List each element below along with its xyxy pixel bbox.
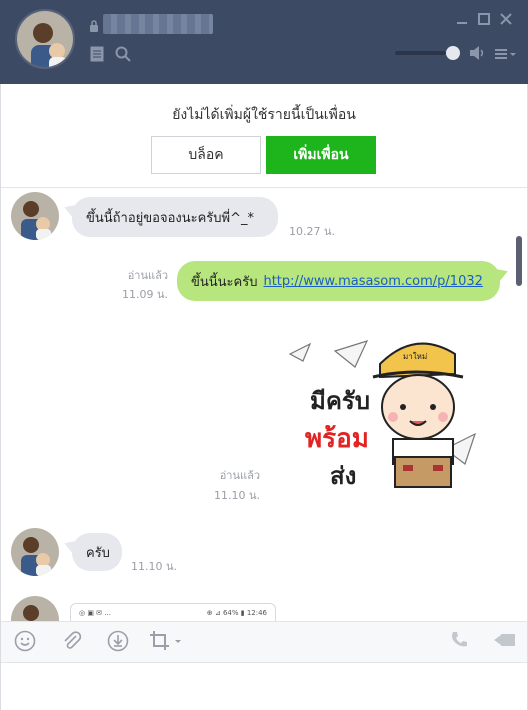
preview-status-left: ◎ ▣ ✉ ... bbox=[79, 609, 111, 617]
message-input[interactable] bbox=[0, 663, 528, 710]
phone-icon[interactable] bbox=[449, 630, 469, 654]
contact-avatar[interactable] bbox=[15, 9, 75, 69]
contact-avatar-small[interactable] bbox=[11, 192, 59, 240]
close-icon[interactable] bbox=[500, 10, 512, 29]
speaker-icon[interactable] bbox=[469, 45, 485, 65]
message-bubble-outgoing[interactable]: ขึ้นนี้นะครับ http://www.masasom.com/p/1… bbox=[177, 261, 500, 301]
message-toolbar bbox=[0, 621, 528, 663]
lock-icon bbox=[89, 17, 99, 36]
contact-avatar-small[interactable] bbox=[11, 528, 59, 576]
left-divider bbox=[0, 84, 1, 710]
chat-scrollbar[interactable] bbox=[516, 236, 522, 286]
crop-icon[interactable] bbox=[149, 630, 183, 656]
download-icon[interactable] bbox=[107, 630, 129, 656]
attachment-icon[interactable] bbox=[61, 630, 83, 656]
add-friend-banner: ยังไม่ได้เพิ่มผู้ใช้รายนี้เป็นเพื่อน บล็… bbox=[0, 84, 528, 188]
notes-icon[interactable] bbox=[90, 46, 104, 66]
message-text: ขึ้นนี้นะครับ bbox=[191, 274, 258, 290]
volume-slider[interactable] bbox=[395, 51, 453, 55]
message-time: 11.10 น. bbox=[131, 560, 178, 573]
not-friend-notice: ยังไม่ได้เพิ่มผู้ใช้รายนี้เป็นเพื่อน bbox=[172, 107, 356, 123]
message-text: ขึ้นนี้ถ้าอยู่ขอจองนะครับพี่^_* bbox=[86, 210, 254, 226]
message-bubble-incoming[interactable]: ขึ้นนี้ถ้าอยู่ขอจองนะครับพี่^_* bbox=[72, 197, 278, 237]
message-time: 11.10 น. bbox=[213, 489, 260, 502]
video-icon[interactable] bbox=[493, 630, 517, 654]
message-bubble-incoming[interactable]: ครับ bbox=[72, 533, 122, 571]
smiley-icon[interactable] bbox=[14, 630, 36, 656]
add-friend-button[interactable]: เพิ่มเพื่อน bbox=[266, 136, 376, 174]
sticker-text-line-3: ส่ง bbox=[330, 462, 356, 490]
message-time: 11.09 น. bbox=[121, 288, 168, 301]
read-receipt: อ่านแล้ว bbox=[127, 269, 168, 282]
minimize-icon[interactable] bbox=[456, 10, 468, 29]
sticker-hat-text: มาใหม่ bbox=[403, 352, 427, 361]
preview-status-right: ⊕ ⊿ 64% ▮ 12:46 bbox=[206, 609, 267, 617]
sticker-text-line-2: พร้อม bbox=[305, 424, 369, 454]
sticker-text-line-1: มีครับ bbox=[310, 387, 370, 415]
search-icon[interactable] bbox=[115, 46, 131, 66]
image-message-preview[interactable]: ◎ ▣ ✉ ... ⊕ ⊿ 64% ▮ 12:46 bbox=[70, 603, 276, 621]
chat-header bbox=[0, 0, 528, 84]
read-receipt: อ่านแล้ว bbox=[219, 469, 260, 482]
message-time: 10.27 น. bbox=[289, 225, 336, 238]
chat-messages[interactable]: ขึ้นนี้ถ้าอยู่ขอจองนะครับพี่^_* 10.27 น.… bbox=[0, 189, 528, 621]
contact-avatar-small[interactable] bbox=[11, 596, 59, 621]
message-text: ครับ bbox=[86, 545, 110, 561]
maximize-icon[interactable] bbox=[478, 10, 490, 29]
block-button[interactable]: บล็อค bbox=[151, 136, 261, 174]
menu-icon[interactable] bbox=[494, 46, 516, 65]
message-link[interactable]: http://www.masasom.com/p/1032 bbox=[263, 274, 482, 289]
sticker-message[interactable]: มาใหม่ มีครับ พร้อม ส่ง bbox=[285, 329, 495, 504]
volume-fill bbox=[395, 51, 447, 55]
volume-knob[interactable] bbox=[446, 46, 460, 60]
contact-name bbox=[103, 14, 213, 34]
